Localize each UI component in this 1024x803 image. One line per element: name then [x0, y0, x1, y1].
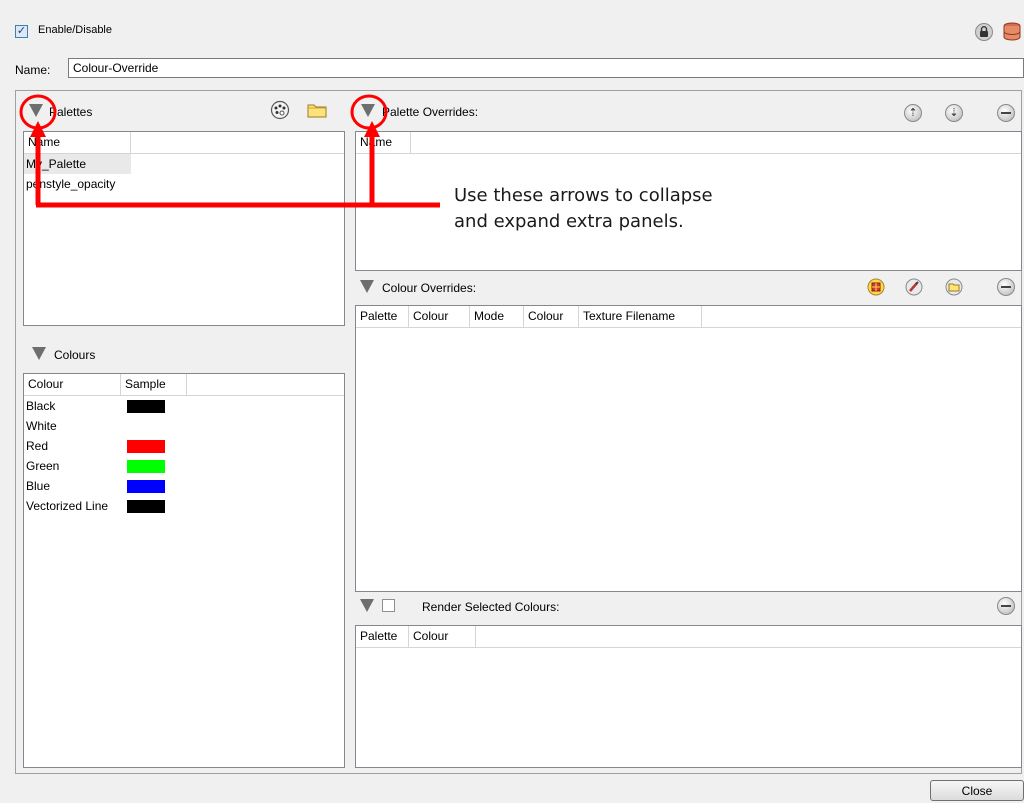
palettes-title: Palettes — [49, 105, 93, 119]
close-button[interactable]: Close — [930, 780, 1024, 801]
palette-overrides-title: Palette Overrides: — [382, 105, 479, 119]
move-up-icon[interactable]: ⇡ — [904, 104, 922, 122]
annotation-text: Use these arrows to collapse and expand … — [454, 183, 713, 235]
texture-filename-column-header[interactable]: Texture Filename — [579, 306, 702, 328]
palettes-list[interactable]: Name My_Palette penstyle_opacity — [23, 131, 345, 326]
annotation-text-line2: and expand extra panels. — [454, 211, 684, 232]
colour-grid-icon[interactable] — [867, 278, 885, 296]
palette-item[interactable]: My_Palette — [24, 154, 131, 174]
name-label: Name: — [15, 63, 51, 77]
move-down-icon[interactable]: ⇣ — [945, 104, 963, 122]
colour-item[interactable]: Vectorized Line — [24, 496, 344, 516]
colour-swatch — [127, 419, 165, 433]
enable-label: Enable/Disable — [38, 24, 112, 36]
remove-icon[interactable] — [997, 597, 1015, 615]
palettes-column-header[interactable]: Name — [24, 132, 131, 154]
colours-list[interactable]: Colour Sample Black White Red Green Blue Vect… — [23, 373, 345, 768]
colour-item-name: Black — [26, 399, 56, 413]
sample-column-header[interactable]: Sample — [121, 374, 187, 396]
brush-icon[interactable] — [905, 278, 923, 296]
colour-swatch — [127, 479, 165, 493]
colour-overrides-list[interactable]: Palette Colour Mode Colour Texture Filen… — [355, 305, 1022, 592]
annotation-text-line1: Use these arrows to collapse — [454, 185, 713, 206]
colours-column-header[interactable]: Colour — [24, 374, 121, 396]
name-input[interactable]: Colour-Override — [68, 58, 1024, 78]
palette-column-header[interactable]: Palette — [356, 306, 409, 328]
folder-icon[interactable] — [945, 278, 963, 296]
enable-checkbox[interactable]: ✓ — [15, 25, 28, 38]
colours-title: Colours — [54, 348, 96, 362]
colour-item[interactable]: Blue — [24, 476, 344, 496]
colour-swatch — [127, 399, 165, 413]
colour-column-header[interactable]: Colour — [524, 306, 579, 328]
colour-swatch — [127, 459, 165, 473]
palette-overrides-collapse-arrow[interactable] — [361, 104, 375, 117]
colour-item[interactable]: Black — [24, 396, 344, 416]
colour-swatch — [127, 439, 165, 453]
colour-overrides-collapse-arrow[interactable] — [360, 280, 374, 293]
render-selected-checkbox[interactable] — [382, 599, 395, 612]
colour-item-name: Red — [26, 439, 49, 453]
folder-icon[interactable] — [306, 101, 328, 119]
lock-icon[interactable] — [975, 23, 993, 41]
database-icon[interactable] — [1001, 22, 1023, 42]
palette-browser-icon[interactable] — [269, 100, 291, 120]
colour-item-name: White — [26, 419, 57, 433]
render-selected-collapse-arrow[interactable] — [360, 599, 374, 612]
remove-icon[interactable] — [997, 278, 1015, 296]
colour-swatch — [127, 499, 165, 513]
colour-overrides-title: Colour Overrides: — [382, 281, 477, 295]
colour-column-header[interactable]: Colour — [409, 626, 476, 648]
palette-overrides-column-header[interactable]: Name — [356, 132, 411, 154]
colours-collapse-arrow[interactable] — [32, 347, 46, 360]
palettes-collapse-arrow[interactable] — [29, 104, 43, 117]
palette-column-header[interactable]: Palette — [356, 626, 409, 648]
colour-item-name: Green — [26, 459, 60, 473]
mode-column-header[interactable]: Mode — [470, 306, 524, 328]
render-selected-list[interactable]: Palette Colour — [355, 625, 1022, 768]
colour-item[interactable]: Red — [24, 436, 344, 456]
colour-item[interactable]: White — [24, 416, 344, 436]
remove-icon[interactable] — [997, 104, 1015, 122]
palette-item[interactable]: penstyle_opacity — [24, 174, 344, 194]
colour-item-name: Vectorized Line — [26, 499, 109, 513]
colour-item[interactable]: Green — [24, 456, 344, 476]
render-selected-title: Render Selected Colours: — [422, 600, 560, 614]
colour-column-header[interactable]: Colour — [409, 306, 470, 328]
colour-item-name: Blue — [26, 479, 51, 493]
